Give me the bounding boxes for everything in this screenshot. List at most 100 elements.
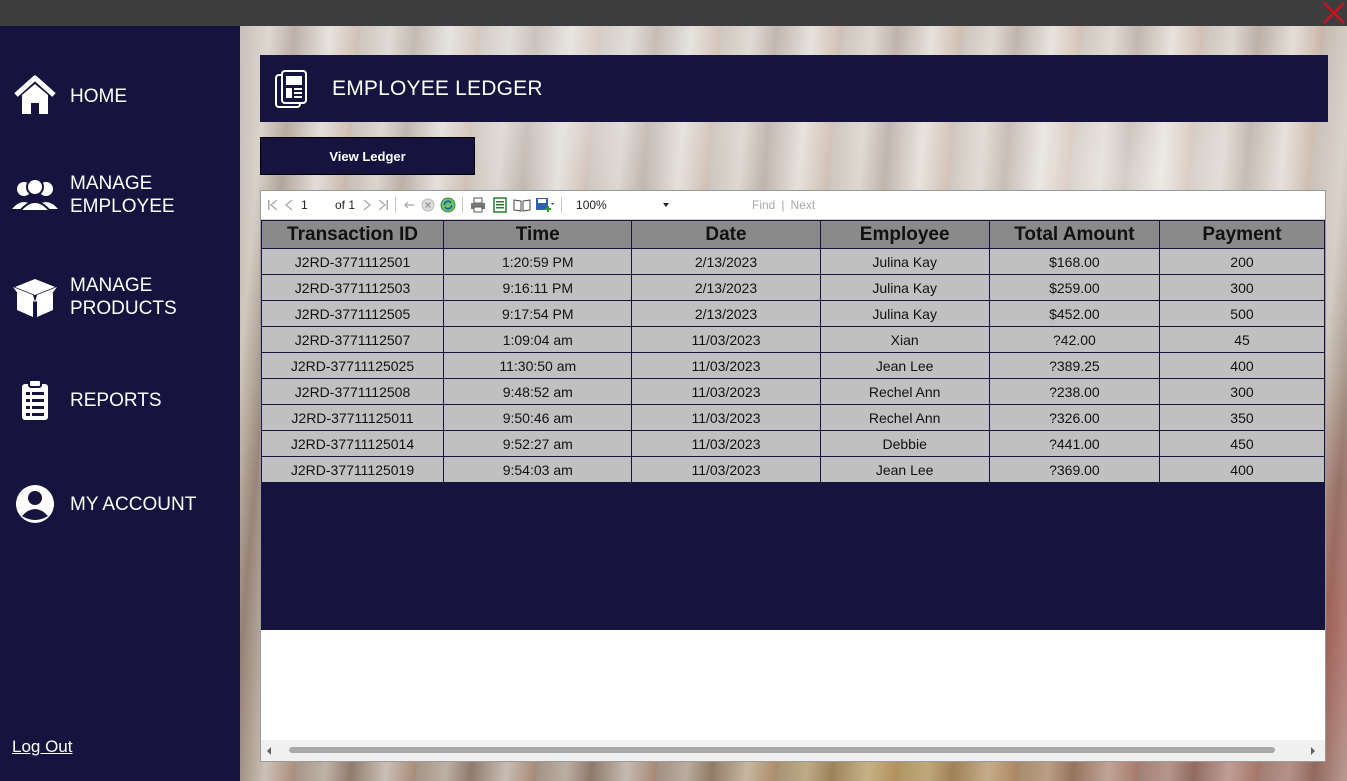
table-row[interactable]: J2RD-37711125011 9:50:46 am 11/03/2023 Rech… — [261, 404, 1325, 431]
zoom-dropdown[interactable]: 100% — [570, 195, 676, 215]
nav-my-account[interactable]: MY ACCOUNT — [10, 474, 230, 534]
table-cell: Debbie — [819, 430, 990, 457]
view-ledger-button[interactable]: View Ledger — [260, 137, 475, 175]
table-row[interactable]: J2RD-3771112501 1:20:59 PM 2/13/2023 Julina… — [261, 248, 1325, 275]
stop-icon[interactable] — [418, 195, 438, 215]
table-cell: $259.00 — [988, 274, 1160, 301]
table-row[interactable]: J2RD-3771112503 9:16:11 PM 2/13/2023 Julina… — [261, 274, 1325, 301]
main-content: EMPLOYEE LEDGER View Ledger 1 of 1 100% … — [240, 26, 1347, 781]
ledger-icon — [274, 69, 310, 109]
table-cell: 200 — [1158, 248, 1325, 275]
close-x-icon — [1323, 2, 1345, 24]
table-cell: 400 — [1158, 352, 1325, 379]
logout-link[interactable]: Log Out — [12, 737, 73, 757]
table-cell: 2/13/2023 — [631, 248, 821, 275]
refresh-icon[interactable] — [438, 195, 458, 215]
nav-my-account-label: MY ACCOUNT — [70, 493, 197, 515]
column-header: Time — [443, 220, 633, 249]
print-layout-icon[interactable] — [489, 195, 511, 215]
ledger-table: Transaction ID Time Date Employee Total … — [261, 220, 1325, 483]
report-toolbar: 1 of 1 100% Find | Next — [261, 191, 1325, 220]
table-cell: ?369.00 — [988, 456, 1160, 483]
nav-reports[interactable]: REPORTS — [10, 370, 230, 430]
nav-reports-label: REPORTS — [70, 389, 162, 411]
page-setup-icon[interactable] — [511, 195, 533, 215]
table-row[interactable]: J2RD-37711125014 9:52:27 am 11/03/2023 Debb… — [261, 430, 1325, 457]
scroll-left-icon[interactable] — [265, 744, 277, 756]
table-cell: 9:48:52 am — [443, 378, 633, 405]
table-cell: 9:17:54 PM — [443, 300, 633, 327]
nav-manage-employee[interactable]: MANAGE EMPLOYEE — [10, 165, 230, 225]
table-cell: Jean Lee — [819, 352, 990, 379]
table-row[interactable]: J2RD-3771112508 9:48:52 am 11/03/2023 Reche… — [261, 378, 1325, 405]
table-cell: 1:20:59 PM — [443, 248, 633, 275]
close-button[interactable] — [1321, 0, 1347, 26]
current-page-input[interactable]: 1 — [297, 198, 333, 212]
table-cell: Rechel Ann — [819, 378, 990, 405]
table-cell: ?389.25 — [988, 352, 1160, 379]
table-cell: J2RD-37711125011 — [261, 404, 445, 431]
table-cell: Julina Kay — [819, 300, 990, 327]
table-cell: Xian — [819, 326, 990, 353]
table-cell: 11/03/2023 — [631, 430, 821, 457]
find-separator: | — [781, 198, 785, 212]
table-cell: 11/03/2023 — [631, 352, 821, 379]
column-header: Total Amount — [988, 220, 1160, 249]
nav-manage-products-label: MANAGE PRODUCTS — [70, 275, 177, 319]
first-page-icon[interactable] — [265, 195, 281, 215]
find-button[interactable]: Find — [752, 198, 775, 212]
table-cell: J2RD-37711125019 — [261, 456, 445, 483]
last-page-icon[interactable] — [375, 195, 391, 215]
user-circle-icon — [10, 479, 60, 529]
table-cell: $168.00 — [988, 248, 1160, 275]
table-cell: 11:30:50 am — [443, 352, 633, 379]
table-row[interactable]: J2RD-37711125019 9:54:03 am 11/03/2023 Jean… — [261, 456, 1325, 483]
table-cell: $452.00 — [988, 300, 1160, 327]
horizontal-scrollbar[interactable] — [261, 740, 1325, 761]
previous-page-icon[interactable] — [281, 195, 297, 215]
table-row[interactable]: J2RD-3771112505 9:17:54 PM 2/13/2023 Julina… — [261, 300, 1325, 327]
table-cell: J2RD-37711125025 — [261, 352, 445, 379]
toolbar-separator — [462, 197, 464, 213]
table-cell: 9:50:46 am — [443, 404, 633, 431]
export-icon[interactable] — [533, 195, 557, 215]
scrollbar-thumb[interactable] — [289, 747, 1275, 753]
table-header-row: Transaction ID Time Date Employee Total … — [261, 220, 1325, 249]
table-row[interactable]: J2RD-37711125025 11:30:50 am 11/03/2023 Jea… — [261, 352, 1325, 379]
nav-manage-employee-label: MANAGE EMPLOYEE — [70, 173, 175, 217]
nav-home-label: HOME — [70, 85, 127, 107]
box-icon — [10, 272, 60, 322]
page-header: EMPLOYEE LEDGER — [260, 55, 1328, 122]
table-cell: J2RD-37711125014 — [261, 430, 445, 457]
nav-manage-products[interactable]: MANAGE PRODUCTS — [10, 267, 230, 327]
column-header: Transaction ID — [261, 220, 445, 249]
table-cell: J2RD-3771112508 — [261, 378, 445, 405]
users-icon — [10, 170, 60, 220]
next-button[interactable]: Next — [790, 198, 815, 212]
table-cell: J2RD-3771112501 — [261, 248, 445, 275]
table-cell: 11/03/2023 — [631, 378, 821, 405]
table-cell: 9:54:03 am — [443, 456, 633, 483]
table-cell: 300 — [1158, 378, 1325, 405]
table-cell: Rechel Ann — [819, 404, 990, 431]
next-page-icon[interactable] — [359, 195, 375, 215]
table-cell: 9:16:11 PM — [443, 274, 633, 301]
scroll-right-icon[interactable] — [1309, 744, 1321, 756]
table-cell: Jean Lee — [819, 456, 990, 483]
table-cell: 11/03/2023 — [631, 404, 821, 431]
home-icon — [10, 71, 60, 121]
chevron-down-icon — [663, 203, 670, 207]
zoom-value: 100% — [576, 198, 607, 212]
table-cell: 1:09:04 am — [443, 326, 633, 353]
find-input[interactable] — [680, 196, 750, 214]
back-icon[interactable] — [400, 195, 418, 215]
table-cell: 9:52:27 am — [443, 430, 633, 457]
clipboard-icon — [10, 375, 60, 425]
print-icon[interactable] — [467, 195, 489, 215]
table-row[interactable]: J2RD-3771112507 1:09:04 am 11/03/2023 Xian?… — [261, 326, 1325, 353]
table-cell: 350 — [1158, 404, 1325, 431]
toolbar-separator — [561, 197, 563, 213]
table-cell: 500 — [1158, 300, 1325, 327]
toolbar-separator — [395, 197, 397, 213]
nav-home[interactable]: HOME — [10, 66, 230, 126]
